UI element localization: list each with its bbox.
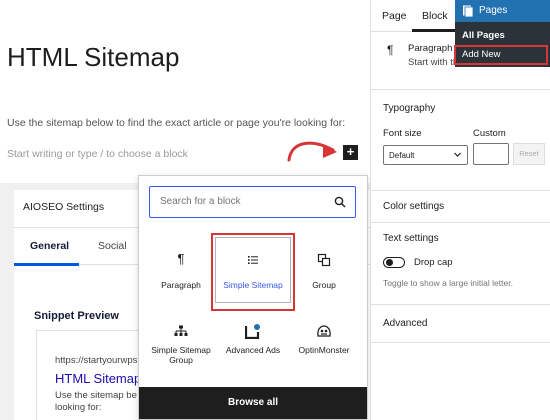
advanced-title[interactable]: Advanced [383, 318, 427, 329]
chevron-down-icon [454, 152, 461, 157]
tab-block[interactable]: Block [422, 10, 448, 22]
font-size-select[interactable]: Default [383, 145, 468, 165]
block-label: OptinMonster [298, 345, 350, 355]
color-settings-title[interactable]: Color settings [383, 201, 444, 212]
block-simple-sitemap[interactable]: Simple Sitemap [216, 248, 290, 290]
block-advanced-ads[interactable]: Advanced Ads [216, 319, 290, 355]
text-settings-title[interactable]: Text settings [383, 233, 439, 244]
font-size-select-value: Default [389, 151, 415, 160]
highlight-box-add-new [454, 45, 548, 65]
snippet-title: HTML Sitemap [55, 371, 142, 386]
block-inserter-popover: ¶ Paragraph Simple Sitemap Grou [138, 175, 368, 420]
block-inserter-button[interactable]: + [343, 145, 358, 160]
custom-font-size-input[interactable] [473, 143, 509, 165]
block-optinmonster[interactable]: OptinMonster [287, 319, 361, 355]
tab-social[interactable]: Social [98, 240, 127, 252]
paragraph-icon: ¶ [177, 251, 185, 266]
typography-title[interactable]: Typography [383, 103, 435, 114]
typography-panel: Typography [371, 91, 550, 191]
tab-page[interactable]: Page [382, 10, 407, 22]
snippet-preview-heading: Snippet Preview [34, 310, 119, 322]
reset-button[interactable]: Reset [513, 143, 545, 165]
active-tab-indicator [14, 263, 79, 266]
block-label: Simple Sitemap [223, 280, 283, 290]
block-simple-sitemap-group[interactable]: Simple Sitemap Group [144, 319, 218, 365]
list-icon [216, 248, 290, 270]
active-tab-indicator [412, 29, 457, 32]
red-arrow-annotation [287, 141, 337, 162]
admin-menu-title: Pages [479, 5, 508, 16]
menu-all-pages[interactable]: All Pages [462, 30, 505, 41]
advanced-panel[interactable]: Advanced [371, 305, 550, 343]
block-card-title: Paragraph [408, 43, 453, 54]
optinmonster-icon [287, 319, 361, 341]
block-search-input[interactable] [160, 196, 330, 207]
block-label: Advanced Ads [225, 345, 281, 355]
snippet-url: https://startyourwps [55, 355, 138, 366]
editor-canvas: HTML Sitemap Use the sitemap below to fi… [0, 0, 370, 420]
block-placeholder[interactable]: Start writing or type / to choose a bloc… [7, 148, 188, 160]
sitemap-icon [144, 319, 218, 341]
block-label: Simple Sitemap Group [151, 345, 211, 365]
font-size-label: Font size [383, 128, 422, 139]
browse-all-button[interactable]: Browse all [139, 387, 367, 419]
search-icon [334, 196, 346, 208]
drop-cap-help: Toggle to show a large initial letter. [383, 278, 513, 288]
toggle-knob [386, 259, 393, 266]
drop-cap-label: Drop cap [414, 257, 453, 268]
block-paragraph[interactable]: ¶ Paragraph [144, 248, 218, 290]
paragraph-icon: ¶ [387, 43, 394, 57]
custom-size-label: Custom [473, 128, 506, 139]
tab-general[interactable]: General [30, 240, 69, 252]
page-title[interactable]: HTML Sitemap [7, 42, 179, 73]
admin-menu-header[interactable]: Pages [455, 0, 550, 22]
block-label: Paragraph [161, 280, 201, 290]
color-settings-panel[interactable]: Color settings [371, 191, 550, 223]
aioseo-title: AIOSEO Settings [23, 201, 105, 213]
block-group[interactable]: Group [287, 248, 361, 290]
drop-cap-toggle[interactable] [383, 257, 405, 268]
intro-paragraph[interactable]: Use the sitemap below to find the exact … [7, 117, 345, 129]
group-icon [287, 248, 361, 270]
block-label: Group [312, 280, 336, 290]
pages-icon [463, 5, 474, 17]
block-search[interactable] [149, 186, 356, 218]
advanced-ads-icon [216, 319, 290, 341]
